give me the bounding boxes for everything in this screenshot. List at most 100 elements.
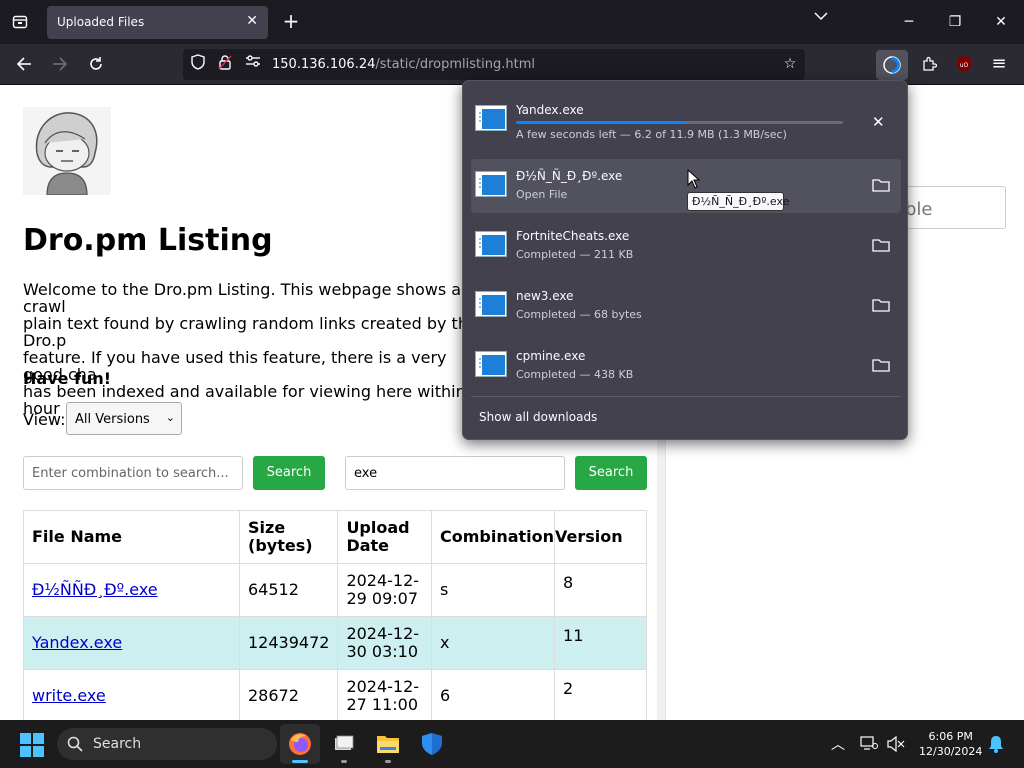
windows-taskbar: Search ︿ 6:06 PM 12/30/2024 bbox=[0, 720, 1024, 768]
url-bar[interactable]: 150.136.106.24/static/dropmlisting.html … bbox=[183, 49, 805, 80]
file-name-cell: Ð½ÑÑÐ¸Ðº.exe bbox=[23, 563, 240, 617]
reload-icon[interactable] bbox=[82, 51, 110, 79]
notification-bell-icon[interactable] bbox=[988, 735, 1004, 753]
url-path: /static/dropmlisting.html bbox=[375, 57, 535, 72]
close-window-icon[interactable]: ✕ bbox=[983, 8, 1019, 36]
column-header-combination[interactable]: Combination bbox=[430, 510, 556, 564]
panel-divider bbox=[471, 396, 901, 397]
file-link[interactable]: write.exe bbox=[32, 686, 106, 705]
close-tab-icon[interactable]: ✕ bbox=[246, 13, 258, 29]
page-title: Dro.pm Listing bbox=[23, 223, 273, 258]
column-header-file-name[interactable]: File Name bbox=[23, 510, 240, 564]
minimize-icon[interactable]: ─ bbox=[891, 8, 927, 36]
new-tab-icon[interactable]: + bbox=[279, 9, 303, 35]
file-explorer-icon[interactable] bbox=[368, 724, 408, 764]
download-item-yandex[interactable]: Yandex.exe A few seconds left — 6.2 of 1… bbox=[471, 93, 901, 147]
column-header-upload-date[interactable]: Upload Date bbox=[337, 510, 432, 564]
filename-search-value: exe bbox=[354, 466, 378, 481]
url-host: 150.136.106.24 bbox=[272, 57, 376, 72]
firefox-view-icon[interactable] bbox=[6, 8, 34, 36]
combination-search-placeholder: Enter combination to search... bbox=[32, 466, 229, 481]
folder-icon[interactable] bbox=[872, 177, 890, 193]
combination-cell: x bbox=[430, 616, 556, 670]
download-progress-bar bbox=[516, 121, 843, 124]
filename-search-input[interactable]: exe bbox=[345, 456, 565, 490]
exe-file-icon bbox=[475, 105, 507, 131]
date-cell: 2024-12-29 09:07 bbox=[337, 563, 432, 617]
exe-file-icon bbox=[475, 171, 507, 197]
view-label: View: bbox=[23, 410, 66, 429]
restore-icon[interactable]: ❐ bbox=[937, 8, 973, 36]
firefox-taskbar-icon[interactable] bbox=[280, 724, 320, 764]
volume-muted-icon[interactable] bbox=[887, 736, 905, 752]
tracking-protection-shield-icon[interactable] bbox=[188, 54, 208, 74]
menu-hamburger-icon[interactable]: ≡ bbox=[985, 51, 1013, 79]
exe-file-icon bbox=[475, 351, 507, 377]
show-hidden-icons-chevron-icon[interactable]: ︿ bbox=[831, 734, 845, 754]
table-header-row: File Name Size (bytes) Upload Date Combi… bbox=[23, 510, 647, 564]
mouse-cursor-icon bbox=[687, 169, 701, 189]
combination-cell: s bbox=[430, 563, 556, 617]
downloads-button[interactable] bbox=[876, 50, 908, 80]
running-indicator bbox=[385, 760, 391, 763]
taskbar-search-box[interactable]: Search bbox=[57, 728, 277, 760]
combination-search-button[interactable]: Search bbox=[253, 456, 325, 490]
table-row: write.exe 28672 2024-12-27 11:00 6 2 bbox=[23, 669, 647, 720]
download-filename: new3.exe bbox=[516, 289, 574, 303]
download-filename: FortniteCheats.exe bbox=[516, 229, 630, 243]
table-row: Yandex.exe 12439472 2024-12-30 03:10 x 1… bbox=[23, 616, 647, 670]
tab-uploaded-files[interactable]: Uploaded Files ✕ bbox=[47, 6, 268, 39]
svg-text:uO: uO bbox=[960, 62, 969, 69]
folder-icon[interactable] bbox=[872, 297, 890, 313]
version-cell: 8 bbox=[554, 563, 647, 617]
list-all-tabs-icon[interactable] bbox=[814, 10, 836, 32]
download-item-3[interactable]: FortniteCheats.exe Completed — 211 KB bbox=[471, 219, 901, 273]
taskbar-clock[interactable]: 6:06 PM 12/30/2024 bbox=[919, 729, 982, 759]
windows-security-icon[interactable] bbox=[412, 724, 452, 764]
version-select-value: All Versions bbox=[75, 412, 150, 427]
permissions-icon[interactable] bbox=[243, 54, 263, 74]
combination-search-input[interactable]: Enter combination to search... bbox=[23, 456, 243, 490]
exe-file-icon bbox=[475, 291, 507, 317]
download-filename: Yandex.exe bbox=[516, 103, 584, 117]
search-icon bbox=[67, 736, 83, 752]
file-link[interactable]: Ð½ÑÑÐ¸Ðº.exe bbox=[32, 580, 158, 599]
network-icon[interactable] bbox=[860, 736, 878, 750]
tab-strip: Uploaded Files ✕ + ─ ❐ ✕ bbox=[0, 0, 1024, 44]
bookmark-star-icon[interactable]: ☆ bbox=[780, 54, 800, 74]
url-text[interactable]: 150.136.106.24/static/dropmlisting.html bbox=[272, 57, 535, 72]
size-cell: 28672 bbox=[238, 669, 339, 720]
folder-icon[interactable] bbox=[872, 237, 890, 253]
download-filename: cpmine.exe bbox=[516, 349, 586, 363]
taskbar-search-label: Search bbox=[93, 736, 142, 752]
ublock-origin-icon[interactable]: uO bbox=[950, 51, 978, 79]
taskbar-app-icon[interactable] bbox=[324, 724, 364, 764]
extensions-puzzle-icon[interactable] bbox=[915, 51, 943, 79]
show-all-downloads-link[interactable]: Show all downloads bbox=[479, 410, 597, 424]
download-filename: Ð½Ñ_Ñ_Ð¸Ðº.exe bbox=[516, 169, 623, 183]
column-header-size[interactable]: Size (bytes) bbox=[238, 510, 339, 564]
download-status: Completed — 211 KB bbox=[516, 248, 634, 261]
download-status: A few seconds left — 6.2 of 11.9 MB (1.3… bbox=[516, 128, 787, 141]
cancel-download-icon[interactable]: ✕ bbox=[872, 113, 885, 131]
have-fun-text: Have fun! bbox=[23, 369, 112, 388]
forward-icon[interactable] bbox=[46, 51, 74, 79]
file-name-cell: write.exe bbox=[23, 669, 240, 720]
chevron-down-icon: ⌄ bbox=[165, 411, 175, 424]
file-link[interactable]: Yandex.exe bbox=[32, 633, 122, 652]
table-row: Ð½ÑÑÐ¸Ðº.exe 64512 2024-12-29 09:07 s 8 bbox=[23, 563, 647, 617]
downloads-panel: Yandex.exe A few seconds left — 6.2 of 1… bbox=[462, 80, 908, 440]
filename-search-button[interactable]: Search bbox=[575, 456, 647, 490]
download-item-2[interactable]: Ð½Ñ_Ñ_Ð¸Ðº.exe Open File bbox=[471, 159, 901, 213]
folder-icon[interactable] bbox=[872, 357, 890, 373]
download-status: Completed — 68 bytes bbox=[516, 308, 642, 321]
download-item-5[interactable]: cpmine.exe Completed — 438 KB bbox=[471, 339, 901, 393]
clock-date: 12/30/2024 bbox=[919, 745, 983, 758]
download-item-4[interactable]: new3.exe Completed — 68 bytes bbox=[471, 279, 901, 333]
insecure-lock-icon[interactable] bbox=[215, 54, 235, 74]
back-icon[interactable] bbox=[10, 51, 38, 79]
windows-start-icon[interactable] bbox=[20, 733, 44, 757]
version-select[interactable]: All Versions ⌄ bbox=[66, 402, 182, 435]
filename-tooltip: Ð½Ñ_Ñ_Ð¸Ðº.exe bbox=[687, 192, 789, 211]
column-header-version[interactable]: Version bbox=[554, 510, 647, 564]
